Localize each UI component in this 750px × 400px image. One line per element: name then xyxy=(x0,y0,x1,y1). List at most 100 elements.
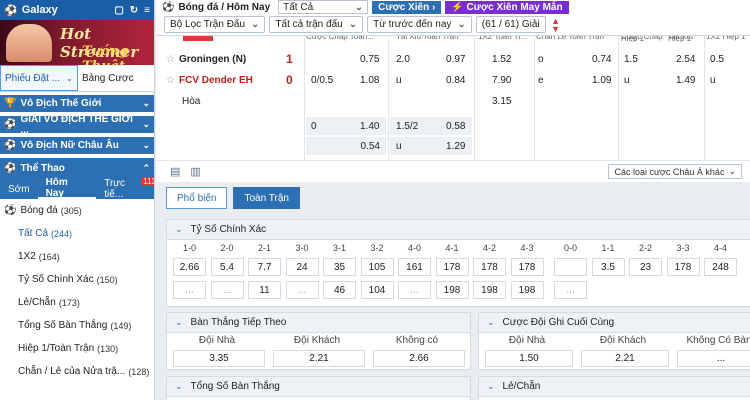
tab-early[interactable]: Sớm xyxy=(0,179,38,199)
tab-betslip[interactable]: Phiếu Đặt ... ⌄ xyxy=(0,65,78,91)
promo-banner[interactable]: Hot Streamer Tướng Thuật xyxy=(0,20,154,65)
window-icon[interactable]: ▢ xyxy=(114,5,123,16)
panel-header[interactable]: ⌄ Lẻ/Chẵn xyxy=(479,377,750,397)
score-odds-cell[interactable]: ... xyxy=(173,281,206,299)
odds-cell[interactable]: 0.97 xyxy=(446,50,465,68)
odds-cell[interactable]: 2.54 xyxy=(676,50,695,68)
score-odds-cell[interactable]: 2.66 xyxy=(173,258,206,276)
score-odds-cell[interactable]: 23 xyxy=(629,258,662,276)
refresh-icon[interactable]: ↻ xyxy=(130,5,138,16)
time-range-select[interactable]: Từ trước đến nay ⌄ xyxy=(367,16,472,33)
sport-soccer[interactable]: ⚽ Bóng đá (305) xyxy=(0,199,154,222)
odds-cell[interactable]: 2.21 xyxy=(273,350,365,367)
match-filter[interactable]: Bộ Lọc Trận Đấu ⌄ xyxy=(164,16,266,33)
score-odds-cell[interactable]: 24 xyxy=(285,258,319,276)
sort-icon[interactable]: ▲ ▼ xyxy=(550,16,562,33)
tab-today[interactable]: Hôm Nay xyxy=(37,177,97,199)
all-matches-select[interactable]: Tất cả trận đấu ⌄ xyxy=(269,16,364,33)
score-odds-cell[interactable] xyxy=(554,258,587,276)
score-header: 1-0 xyxy=(182,243,196,253)
score-odds-cell[interactable]: 178 xyxy=(473,258,506,276)
streamer-avatar xyxy=(6,24,52,62)
section-sports[interactable]: ⚽ Thể Thao ⌃ xyxy=(0,158,154,179)
parlay-button[interactable]: Cược Xiên › xyxy=(372,0,442,14)
list-item[interactable]: Tổng Số Bàn Thắng (149) xyxy=(0,314,154,337)
tab-popular[interactable]: Phổ biến xyxy=(166,187,228,209)
tab-odds-table[interactable]: Bảng Cược xyxy=(78,65,154,91)
soccer-ball-icon: ⚽ xyxy=(4,163,17,174)
panel-header[interactable]: ⌄ Cược Đội Ghi Cuối Cùng xyxy=(479,313,750,333)
section-world-cup-caps[interactable]: ⚽ GIẢI VÔ ĐỊCH THẾ GIỚI ... ⌄ xyxy=(0,114,154,137)
chevron-down-icon: ⌄ xyxy=(728,166,736,176)
away-team[interactable]: ☆ FCV Dender EH xyxy=(166,71,296,89)
odds-cell[interactable]: 0.58 xyxy=(446,117,465,135)
score-odds-cell[interactable]: 161 xyxy=(398,258,431,276)
score-odds-cell[interactable]: 46 xyxy=(323,281,356,299)
score-odds-cell[interactable]: 7.7 xyxy=(248,258,281,276)
odds-cell[interactable]: 2.66 xyxy=(373,350,465,367)
score-odds-cell[interactable]: ... xyxy=(210,281,244,299)
panel-header[interactable]: ⌄ Tỷ Số Chính Xác xyxy=(167,220,750,240)
odds-cell[interactable]: 1.09 xyxy=(592,71,611,89)
tab-full-time[interactable]: Toàn Trận xyxy=(233,187,300,209)
odds-cell[interactable]: 7.90 xyxy=(492,71,511,89)
asian-markets-select[interactable]: Các loại cược Châu Á khác ⌄ xyxy=(608,164,742,179)
score-header: 3-3 xyxy=(676,243,690,253)
score-odds-cell[interactable]: ... xyxy=(285,281,319,299)
score-odds-cell[interactable]: ... xyxy=(398,281,431,299)
list-item[interactable]: Tất Cả (244) xyxy=(0,222,154,245)
section-womens-euro[interactable]: ⚽ Vô Địch Nữ Châu Âu ⌄ xyxy=(0,137,154,158)
odds-cell[interactable]: ... xyxy=(677,350,750,367)
list-item[interactable]: Chẵn / Lẻ của Nửa trậ... (128) xyxy=(0,360,154,383)
list-item[interactable]: 1X2 (164) xyxy=(0,245,154,268)
score-odds-cell[interactable]: 104 xyxy=(360,281,394,299)
odds-cell[interactable]: 0.75 xyxy=(360,50,379,68)
odds-cell: o xyxy=(538,53,544,65)
column-header: 1X2 Hiệp 1 xyxy=(706,36,746,41)
score-odds-cell[interactable]: 35 xyxy=(323,258,356,276)
odds-cell[interactable]: 2.21 xyxy=(581,350,669,367)
panel-header[interactable]: ⌄ Bàn Thắng Tiếp Theo xyxy=(167,313,470,333)
score-odds-cell[interactable]: 105 xyxy=(360,258,394,276)
score-header: 2-1 xyxy=(257,243,271,253)
column-header: Chẵn Lẻ Toàn Trận xyxy=(536,36,604,41)
odds-cell[interactable]: 0.84 xyxy=(446,71,465,89)
odds-cell[interactable]: 1.50 xyxy=(485,350,573,367)
score-odds-cell[interactable]: ... xyxy=(554,281,587,299)
odds-cell[interactable]: 1.52 xyxy=(492,50,511,68)
stats-chart-icon[interactable]: ▥ xyxy=(190,165,200,178)
list-item[interactable]: Hiệp 1/Toàn Trận (130) xyxy=(0,337,154,360)
menu-icon[interactable]: ≡ xyxy=(144,5,150,16)
chevron-down-icon: ⌄ xyxy=(354,1,364,13)
odds-cell[interactable]: 1.40 xyxy=(360,117,379,135)
list-item[interactable]: Tỷ Số Chính Xác (150) xyxy=(0,268,154,291)
star-icon[interactable]: ☆ xyxy=(166,75,175,86)
list-item[interactable]: Lẻ/Chẵn (173) xyxy=(0,291,154,314)
score-odds-cell[interactable]: 198 xyxy=(510,281,544,299)
score-odds-cell[interactable]: 178 xyxy=(435,258,469,276)
odds-cell[interactable]: 3.15 xyxy=(492,92,511,110)
market-select[interactable]: Tất Cả ⌄ xyxy=(278,0,369,14)
star-icon[interactable]: ☆ xyxy=(166,54,175,65)
league-count-button[interactable]: (61 / 61) Giải xyxy=(475,16,546,33)
odds-cell[interactable]: 1.29 xyxy=(446,137,465,155)
lucky-parlay-button[interactable]: ⚡ Cược Xiên May Mắn xyxy=(445,0,569,14)
score-odds-cell[interactable]: 248 xyxy=(704,258,737,276)
panel-header[interactable]: ⌄ Tổng Số Bàn Thắng xyxy=(167,377,470,397)
score-odds-cell[interactable]: 178 xyxy=(510,258,544,276)
score-odds-cell[interactable]: 198 xyxy=(473,281,506,299)
odds-cell: 0/0.5 xyxy=(311,74,334,86)
odds-cell[interactable]: 0.74 xyxy=(592,50,611,68)
list-view-icon[interactable]: ▤ xyxy=(170,165,180,178)
score-odds-cell[interactable]: 5.4 xyxy=(210,258,244,276)
score-odds-cell[interactable]: 178 xyxy=(666,258,700,276)
odds-cell[interactable]: 1.08 xyxy=(360,71,379,89)
home-team[interactable]: ☆ Groningen (N) xyxy=(166,50,296,68)
tab-live[interactable]: Trực tiế... 113 xyxy=(96,177,154,200)
score-odds-cell[interactable]: 198 xyxy=(435,281,469,299)
score-odds-cell[interactable]: 3.5 xyxy=(591,258,625,276)
odds-cell[interactable]: 3.35 xyxy=(173,350,265,367)
score-odds-cell[interactable]: 11 xyxy=(248,281,281,299)
odds-cell[interactable]: 1.49 xyxy=(676,71,695,89)
odds-cell[interactable]: 0.54 xyxy=(306,137,386,155)
